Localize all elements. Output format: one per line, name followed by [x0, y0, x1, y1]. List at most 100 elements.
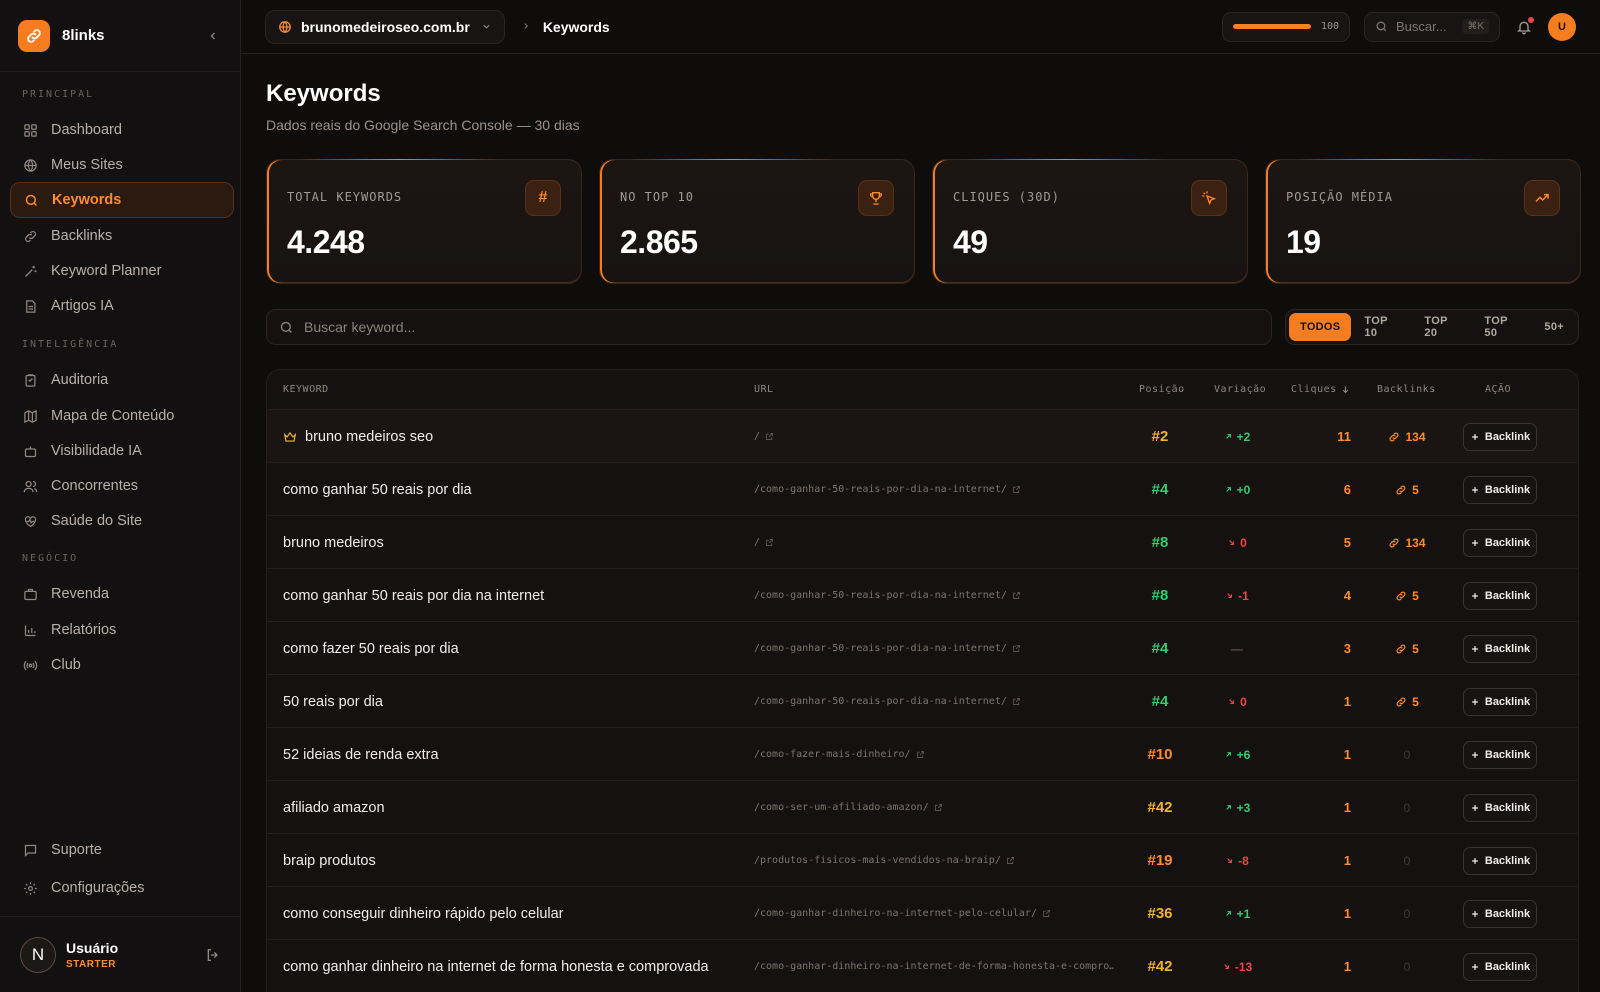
- action-cell: Backlink: [1463, 675, 1537, 728]
- page-subtitle: Dados reais do Google Search Console — 3…: [266, 117, 580, 133]
- column-url[interactable]: URL: [754, 384, 774, 395]
- plus-icon: [1470, 697, 1480, 707]
- filter-top-10[interactable]: TOP 10: [1353, 313, 1411, 341]
- notifications-bell-icon[interactable]: [1514, 16, 1534, 37]
- sidebar-item-keyword-planner[interactable]: Keyword Planner: [10, 253, 234, 289]
- add-backlink-button[interactable]: Backlink: [1463, 687, 1537, 716]
- sidebar-item-concorrentes[interactable]: Concorrentes: [10, 468, 234, 504]
- map-icon: [22, 408, 38, 424]
- link-icon: [22, 228, 38, 244]
- heart-pulse-icon: [22, 513, 38, 529]
- collapse-sidebar-icon[interactable]: [204, 27, 222, 45]
- stat-label: NO TOP 10: [620, 190, 695, 204]
- column-backlinks[interactable]: Backlinks: [1377, 384, 1436, 395]
- sidebar-item-keywords[interactable]: Keywords: [10, 182, 234, 218]
- url-cell[interactable]: /: [754, 410, 774, 463]
- filter-top-20[interactable]: TOP 20: [1413, 313, 1471, 341]
- url-cell[interactable]: /produtos-fisicos-mais-vendidos-na-braip…: [754, 834, 1015, 887]
- sidebar-item-suporte[interactable]: Suporte: [10, 832, 234, 868]
- trending-up-icon: [1524, 180, 1560, 216]
- keyword-cell[interactable]: 52 ideias de renda extra: [283, 728, 439, 781]
- filter-top-50[interactable]: TOP 50: [1473, 313, 1531, 341]
- keyword-search-input[interactable]: Buscar keyword...: [266, 309, 1272, 345]
- sidebar-item-saude-do-site[interactable]: Saúde do Site: [10, 503, 234, 539]
- arrow-down-right-icon: [1227, 538, 1236, 547]
- add-backlink-button[interactable]: Backlink: [1463, 952, 1537, 981]
- keyword-cell[interactable]: bruno medeiros seo: [283, 410, 433, 463]
- url-cell[interactable]: /como-ganhar-50-reais-por-dia-na-interne…: [754, 675, 1021, 728]
- keyword-cell[interactable]: bruno medeiros: [283, 516, 384, 569]
- add-backlink-button[interactable]: Backlink: [1463, 422, 1537, 451]
- brand-logo-icon[interactable]: [18, 19, 50, 52]
- add-backlink-button[interactable]: Backlink: [1463, 846, 1537, 875]
- table-row: como conseguir dinheiro rápido pelo celu…: [267, 887, 1578, 940]
- arrow-up-right-icon: [1224, 432, 1233, 441]
- keyword-cell[interactable]: como fazer 50 reais por dia: [283, 622, 459, 675]
- filter-todos[interactable]: TODOS: [1289, 313, 1352, 341]
- add-backlink-button[interactable]: Backlink: [1463, 793, 1537, 822]
- site-selector[interactable]: brunomedeiroseo.com.br: [265, 9, 505, 44]
- sidebar-item-relatorios[interactable]: Relatórios: [10, 612, 234, 648]
- external-link-icon: [916, 750, 925, 759]
- brand-name: 8links: [62, 27, 105, 44]
- filter-50-plus[interactable]: 50+: [1533, 313, 1575, 341]
- sidebar-item-dashboard[interactable]: Dashboard: [10, 112, 234, 148]
- user-avatar[interactable]: U: [1548, 12, 1576, 41]
- sidebar-item-label: Revenda: [51, 586, 110, 602]
- link-icon: [1395, 484, 1407, 496]
- sidebar-item-revenda[interactable]: Revenda: [10, 576, 234, 612]
- grid-icon: [22, 122, 38, 138]
- sidebar-item-artigos-ia[interactable]: Artigos IA: [10, 288, 234, 324]
- keyword-cell[interactable]: braip produtos: [283, 834, 376, 887]
- arrow-down-right-icon: [1225, 591, 1234, 600]
- url-cell[interactable]: /como-ser-um-afiliado-amazon/: [754, 781, 943, 834]
- url-cell[interactable]: /como-fazer-mais-dinheiro/: [754, 728, 925, 781]
- sidebar-item-club[interactable]: Club: [10, 647, 234, 683]
- add-backlink-label: Backlink: [1484, 483, 1531, 496]
- keyword-cell[interactable]: 50 reais por dia: [283, 675, 383, 728]
- position-value: #8: [1151, 587, 1169, 604]
- url-cell[interactable]: /: [754, 516, 774, 569]
- url-cell[interactable]: /como-ganhar-50-reais-por-dia-na-interne…: [754, 622, 1021, 675]
- add-backlink-button[interactable]: Backlink: [1463, 581, 1537, 610]
- keyword-cell[interactable]: como conseguir dinheiro rápido pelo celu…: [283, 887, 564, 940]
- position-value: #10: [1147, 746, 1173, 763]
- credits-meter[interactable]: 100: [1222, 11, 1350, 42]
- avatar[interactable]: N: [20, 936, 56, 973]
- sidebar-item-meus-sites[interactable]: Meus Sites: [10, 147, 234, 183]
- table-row: bruno medeiros seo / #2 +2 11 134 Backlink: [267, 410, 1578, 463]
- column-variation[interactable]: Variação: [1214, 384, 1266, 395]
- url-cell[interactable]: /como-ganhar-50-reais-por-dia-na-interne…: [754, 569, 1021, 622]
- sidebar-item-auditoria[interactable]: Auditoria: [10, 362, 234, 398]
- add-backlink-button[interactable]: Backlink: [1463, 475, 1537, 504]
- table-row: 52 ideias de renda extra/como-fazer-mais…: [267, 728, 1578, 781]
- global-search[interactable]: Buscar... ⌘K: [1364, 11, 1500, 42]
- add-backlink-button[interactable]: Backlink: [1463, 528, 1537, 557]
- keyword-cell[interactable]: como ganhar dinheiro na internet de form…: [283, 940, 709, 992]
- url-cell[interactable]: /como-ganhar-dinheiro-na-internet-de-for…: [754, 940, 1114, 992]
- add-backlink-button[interactable]: Backlink: [1463, 899, 1537, 928]
- sidebar-item-backlinks[interactable]: Backlinks: [10, 218, 234, 254]
- url-text: /como-ganhar-dinheiro-na-internet-pelo-c…: [754, 908, 1037, 919]
- link-icon: [1395, 590, 1407, 602]
- backlinks-value: 0: [1403, 747, 1411, 762]
- column-keyword[interactable]: KEYWORD: [283, 384, 329, 395]
- sidebar-item-mapa-de-conteudo[interactable]: Mapa de Conteúdo: [10, 398, 234, 434]
- sidebar-item-visibilidade-ia[interactable]: Visibilidade IA: [10, 433, 234, 469]
- keyword-cell[interactable]: como ganhar 50 reais por dia na internet: [283, 569, 544, 622]
- clicks-value: 1: [1343, 959, 1351, 974]
- keyword-cell[interactable]: como ganhar 50 reais por dia: [283, 463, 472, 516]
- logout-icon[interactable]: [205, 947, 221, 963]
- column-position[interactable]: Posição: [1139, 384, 1185, 395]
- credits-bar: [1233, 24, 1311, 29]
- sidebar-item-configuracoes[interactable]: Configurações: [10, 870, 234, 906]
- external-link-icon: [1012, 697, 1021, 706]
- url-cell[interactable]: /como-ganhar-50-reais-por-dia-na-interne…: [754, 463, 1021, 516]
- keyword-cell[interactable]: afiliado amazon: [283, 781, 385, 834]
- url-cell[interactable]: /como-ganhar-dinheiro-na-internet-pelo-c…: [754, 887, 1051, 940]
- variation-cell: -13: [1207, 940, 1267, 992]
- add-backlink-button[interactable]: Backlink: [1463, 740, 1537, 769]
- column-clicks[interactable]: Cliques: [1291, 384, 1350, 395]
- position-value: #19: [1147, 852, 1173, 869]
- add-backlink-button[interactable]: Backlink: [1463, 634, 1537, 663]
